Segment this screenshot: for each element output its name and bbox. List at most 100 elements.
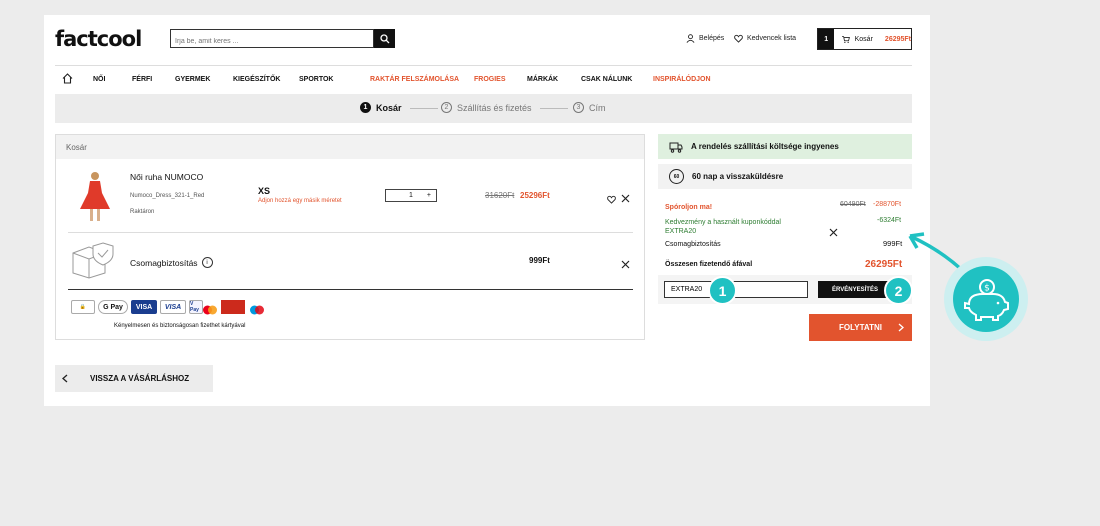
cart-panel: Kosár Női ruha NUMOCO Numoco_Dress_321-1…	[55, 134, 645, 340]
checkout-page: factcool Belépés Kedvencek lista 1 Kosár…	[44, 15, 930, 406]
favorite-icon[interactable]	[607, 191, 616, 209]
search-button[interactable]	[374, 29, 395, 48]
nav-item-inspiralodjon[interactable]: INSPIRÁLÓDJON	[653, 76, 711, 83]
home-icon[interactable]	[62, 73, 73, 86]
row-divider	[68, 289, 633, 290]
remove-coupon-icon[interactable]	[829, 224, 838, 242]
nav-item-raktar[interactable]: RAKTÁR FELSZÁMOLÁSA	[370, 76, 459, 83]
piggy-bank-icon: $	[964, 279, 1009, 321]
annotation-badge-2: 2	[884, 276, 913, 305]
payment-note: Kényelmesen és biztonságosan fizethet ká…	[114, 323, 246, 329]
apply-coupon-button[interactable]: ÉRVÉNYESÍTÉS	[818, 281, 892, 298]
favorites-label: Kedvencek lista	[747, 35, 797, 42]
step-address: 3 Cím	[573, 102, 606, 113]
user-icon	[686, 34, 695, 43]
search-input[interactable]	[171, 33, 369, 50]
piggy-bank-badge: $	[944, 257, 1028, 341]
login-link[interactable]: Belépés	[686, 34, 724, 43]
visa-electron-logo: VISA	[160, 300, 186, 314]
gpay-logo: G Pay	[98, 300, 128, 314]
package-shield-icon	[71, 241, 117, 284]
step-cart: 1 Kosár	[360, 102, 402, 113]
quantity-plus-button[interactable]: +	[427, 192, 431, 199]
quantity-stepper[interactable]: 1 +	[385, 189, 437, 202]
step-label: Szállítás és fizetés	[457, 102, 532, 113]
step-label: Cím	[589, 102, 606, 113]
search-box	[170, 29, 374, 50]
back-label: VISSZA A VÁSÁRLÁSHOZ	[90, 374, 190, 383]
mastercard-logo	[202, 302, 218, 315]
svg-text:$: $	[984, 284, 990, 294]
nav-item-sportok[interactable]: SPORTOK	[299, 76, 334, 83]
step-connector	[540, 108, 568, 109]
chevron-right-icon	[898, 323, 904, 332]
savings-value: -28870Ft	[873, 201, 902, 208]
step-shipping: 2 Szállítás és fizetés	[441, 102, 532, 113]
info-icon[interactable]: i	[201, 257, 213, 268]
coupon-discount-value: -6324Ft	[877, 217, 902, 224]
nav-item-kiegeszitok[interactable]: KIEGÉSZÍTŐK	[233, 76, 280, 83]
cart-total: 26295Ft	[884, 35, 911, 43]
remove-product-icon[interactable]	[621, 190, 630, 208]
product-name[interactable]: Női ruha NUMOCO	[130, 172, 203, 182]
step-number: 2	[441, 102, 452, 113]
nav-item-csak-nalunk[interactable]: CSAK NÁLUNK	[581, 76, 632, 83]
payment-methods: 🔒 G Pay VISA VISA V Pay	[71, 300, 264, 315]
heart-icon	[734, 34, 743, 43]
quantity-value: 1	[409, 192, 413, 199]
continue-button[interactable]: FOLYTATNI	[809, 314, 912, 341]
product-old-price: 31620Ft	[485, 191, 515, 200]
nav-item-markak[interactable]: MÁRKÁK	[527, 76, 558, 83]
total-label: Összesen fizetendő áfával	[665, 261, 753, 268]
product-size: XS	[258, 186, 271, 196]
header-divider	[55, 65, 912, 66]
step-connector	[410, 108, 438, 109]
summary-insurance-label: Csomagbiztosítás	[665, 241, 721, 248]
nav-item-ferfi[interactable]: FÉRFI	[132, 76, 152, 83]
product-stock: Raktáron	[130, 209, 155, 215]
product-image[interactable]	[78, 171, 112, 228]
product-price: 25296Ft	[520, 191, 550, 200]
search-icon	[379, 33, 389, 43]
nav-item-gyermek[interactable]: GYERMEK	[175, 76, 210, 83]
cart-count: 1	[818, 29, 835, 49]
add-size-link[interactable]: Adjon hozzá egy másik méretet	[258, 198, 342, 204]
safe-payment-icon: 🔒	[71, 300, 95, 314]
nav-item-noi[interactable]: NŐI	[93, 76, 105, 83]
product-sku: Numoco_Dress_321-1_Red	[130, 193, 205, 199]
cart-panel-title: Kosár	[66, 143, 87, 152]
maestro-logo	[249, 302, 265, 315]
savings-old-price: 60490Ft	[840, 201, 866, 208]
back-to-shopping-button[interactable]: VISSZA A VÁSÁRLÁSHOZ	[55, 365, 213, 392]
step-number: 3	[573, 102, 584, 113]
return-days-text: 60 nap a visszaküldésre	[692, 172, 784, 181]
chevron-left-icon	[62, 374, 68, 383]
main-nav: NŐI FÉRFI GYERMEK KIEGÉSZÍTŐK SPORTOK RA…	[55, 73, 912, 87]
nav-item-frogies[interactable]: FROGIES	[474, 76, 506, 83]
insurance-row: Csomagbiztosítás i	[130, 257, 213, 268]
coupon-discount-label: Kedvezmény a használt kuponkóddal	[665, 219, 781, 226]
cart-icon	[842, 35, 851, 43]
return-days-icon: 60	[669, 169, 684, 184]
cart-button[interactable]: 1 Kosár 26295Ft	[817, 28, 912, 50]
vpay-logo: V Pay	[189, 300, 203, 314]
checkout-steps: 1 Kosár 2 Szállítás és fizetés 3 Cím	[55, 94, 912, 123]
favorites-link[interactable]: Kedvencek lista	[734, 34, 796, 43]
mastercard-card-logo	[221, 300, 245, 314]
delivery-truck-icon	[669, 142, 683, 153]
cart-label: Kosár	[854, 35, 873, 43]
remove-insurance-icon[interactable]	[621, 256, 630, 274]
login-label: Belépés	[699, 35, 725, 42]
savings-label: Spóroljon ma!	[665, 204, 713, 211]
insurance-label: Csomagbiztosítás	[130, 257, 198, 268]
factcool-logo[interactable]: factcool	[55, 27, 142, 51]
piggy-bank-circle: $	[953, 266, 1019, 332]
return-banner: 60 60 nap a visszaküldésre	[658, 164, 912, 189]
total-value: 26295Ft	[865, 259, 903, 270]
step-label: Kosár	[376, 102, 402, 113]
annotation-badge-1: 1	[708, 276, 737, 305]
free-shipping-banner: A rendelés szállítási költsége ingyenes	[658, 134, 912, 159]
visa-logo: VISA	[131, 300, 157, 314]
row-divider	[68, 232, 633, 233]
cart-panel-header: Kosár	[56, 135, 644, 159]
